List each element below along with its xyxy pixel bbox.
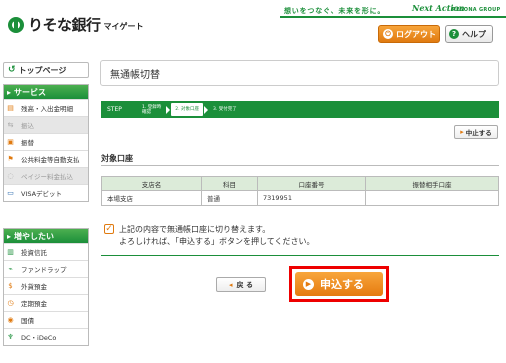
- check-icon: ✓: [104, 224, 114, 234]
- return-arrow-icon: ↺: [8, 65, 16, 75]
- grow-title: 増やしたい: [14, 231, 55, 241]
- sidebar-item-balance[interactable]: ▤ 残高・入出金明細: [4, 99, 88, 116]
- sidebar-item-bond[interactable]: ◉ 国債: [4, 311, 88, 328]
- grow-menu: ▸ 増やしたい ▥ 投資信託 ⌁ ファンドラップ $ 外貨預金 ◷ 定期預金 ◉…: [3, 228, 89, 346]
- slogan: 想いをつなぐ、未来を形に。: [284, 7, 386, 15]
- sidebar-item-time-deposit[interactable]: ◷ 定期預金: [4, 294, 88, 311]
- logout-label: ログアウト: [396, 29, 436, 39]
- section-divider: [101, 165, 499, 166]
- confirm-divider: [101, 255, 499, 256]
- header: りそな銀行 マイゲート 想いをつなぐ、未来を形に。 Next Action RE…: [0, 0, 506, 52]
- sidebar-item-label: 投資信託: [21, 249, 47, 257]
- arrow-icon: ▸: [7, 87, 12, 97]
- services-heading: ▸ サービス: [4, 85, 88, 99]
- help-label: ヘルプ: [462, 29, 486, 39]
- col-transfer-account: 振替相手口座: [365, 176, 499, 191]
- header-divider: [280, 16, 506, 18]
- sidebar-item-label: ペイジー料金払込: [21, 173, 73, 181]
- col-account-number: 口座番号: [257, 176, 366, 191]
- step-label: STEP: [107, 106, 122, 113]
- apply-button[interactable]: ▶ 申込する: [295, 272, 383, 296]
- sidebar-item-visa-debit[interactable]: ▭ VISAデビット: [4, 184, 88, 201]
- sidebar-item-label: 残高・入出金明細: [21, 105, 73, 113]
- confirm-text-1: 上記の内容で無通帳口座に切り替えます。: [119, 225, 271, 234]
- services-title: サービス: [14, 87, 47, 97]
- arrow-icon: ▸: [7, 231, 12, 241]
- bank-name: りそな銀行: [28, 16, 101, 34]
- step-1: 1. 登録時 確認: [142, 104, 162, 115]
- step-arrow-icon: [166, 105, 171, 114]
- deposit-icon: ◷: [7, 299, 14, 307]
- account-table: 支店名 科目 口座番号 振替相手口座 本場支店 普通 7319951: [101, 176, 499, 206]
- yen-icon: ▤: [7, 104, 14, 112]
- bank-logo[interactable]: りそな銀行 マイゲート: [8, 14, 144, 35]
- arrow-right-circle-icon: ▶: [303, 278, 314, 290]
- sidebar-item-label: 公共料金等自動支払: [21, 156, 80, 164]
- group-name: RESONA GROUP: [452, 7, 501, 13]
- page-title: 無通帳切替: [100, 60, 499, 86]
- apply-label: 申込する: [320, 278, 364, 291]
- sidebar-item-exchange[interactable]: ▣ 振替: [4, 133, 88, 150]
- step-indicator: STEP 1. 登録時 確認 2. 対象口座 3. 受付完了: [101, 101, 499, 118]
- arrow-left-icon: ◂: [229, 280, 233, 289]
- arrow-right-icon: ▸: [460, 128, 464, 136]
- sidebar-item-foreign-deposit[interactable]: $ 外貨預金: [4, 277, 88, 294]
- currency-icon: $: [8, 282, 13, 290]
- cell-type: 普通: [201, 190, 258, 206]
- back-label: 戻 る: [236, 280, 253, 289]
- stop-button[interactable]: ▸ 中止する: [454, 125, 498, 139]
- sidebar-item-label: DC・iDeCo: [21, 334, 57, 342]
- resona-logo-icon: [8, 16, 24, 33]
- sidebar-item-transfer: ⇆ 振込: [4, 116, 88, 133]
- question-icon: ?: [449, 29, 459, 39]
- grow-heading: ▸ 増やしたい: [4, 229, 88, 243]
- sidebar-item-investment-trust[interactable]: ▥ 投資信託: [4, 243, 88, 260]
- back-button[interactable]: ◂ 戻 る: [216, 277, 266, 292]
- confirm-text-2: よろしければ、「申込する」ボタンを押してください。: [119, 237, 315, 246]
- stop-label: 中止する: [465, 129, 492, 137]
- logout-button[interactable]: ⏻ ログアウト: [378, 25, 440, 43]
- pension-icon: ♆: [7, 333, 14, 341]
- top-page-label: トップページ: [18, 65, 67, 75]
- col-branch: 支店名: [101, 176, 202, 191]
- sidebar-item-dc-ideco[interactable]: ♆ DC・iDeCo: [4, 328, 88, 345]
- sidebar-item-label: 定期預金: [21, 300, 47, 308]
- top-page-button[interactable]: ↺ トップページ: [3, 62, 89, 78]
- section-title: 対象口座: [101, 154, 133, 163]
- power-icon: ⏻: [383, 29, 393, 39]
- mygate-label: マイゲート: [103, 22, 144, 31]
- transfer-icon: ⇆: [7, 121, 14, 129]
- help-button[interactable]: ? ヘルプ: [445, 25, 493, 43]
- exchange-icon: ▣: [7, 138, 14, 146]
- sidebar-item-label: 外貨預金: [21, 283, 47, 291]
- sidebar-item-payeasy: ◌ ペイジー料金払込: [4, 167, 88, 184]
- sidebar-item-label: ファンドラップ: [21, 266, 67, 274]
- step-2-current: 2. 対象口座: [171, 103, 203, 116]
- bond-icon: ◉: [7, 316, 14, 324]
- services-menu: ▸ サービス ▤ 残高・入出金明細 ⇆ 振込 ▣ 振替 ⚑ 公共料金等自動支払 …: [3, 84, 89, 202]
- card-icon: ▭: [7, 189, 14, 197]
- cell-transfer-account: [365, 190, 499, 206]
- bill-icon: ⚑: [7, 155, 14, 163]
- step-arrow-icon: [203, 105, 208, 114]
- sidebar-item-label: 振込: [21, 122, 34, 130]
- col-type: 科目: [201, 176, 258, 191]
- sidebar-item-label: VISAデビット: [21, 190, 63, 198]
- chart-icon: ▥: [7, 248, 14, 256]
- sidebar-item-label: 振替: [21, 139, 34, 147]
- wrap-icon: ⌁: [8, 265, 13, 273]
- payeasy-icon: ◌: [7, 172, 14, 180]
- sidebar-item-utility[interactable]: ⚑ 公共料金等自動支払: [4, 150, 88, 167]
- step-3: 3. 受付完了: [212, 107, 237, 112]
- sidebar-item-fund-wrap[interactable]: ⌁ ファンドラップ: [4, 260, 88, 277]
- cell-branch: 本場支店: [101, 190, 202, 206]
- sidebar-item-label: 国債: [21, 317, 34, 325]
- table-row: 本場支店 普通 7319951: [101, 190, 499, 206]
- confirm-area: ✓ 上記の内容で無通帳口座に切り替えます。 よろしければ、「申込する」ボタンを押…: [101, 222, 499, 254]
- cell-account-number: 7319951: [257, 190, 366, 206]
- table-header-row: 支店名 科目 口座番号 振替相手口座: [101, 176, 499, 191]
